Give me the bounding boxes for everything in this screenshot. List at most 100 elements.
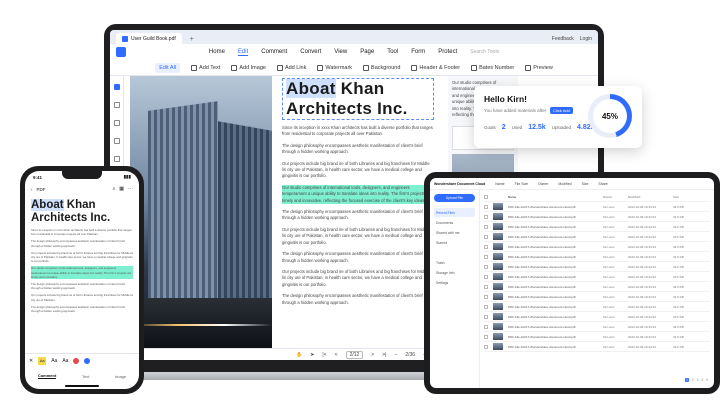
document-tab[interactable]: User Guild Book.pdf	[116, 33, 182, 44]
row-checkbox[interactable]	[484, 304, 488, 309]
preview-toggle[interactable]: Preview	[525, 64, 553, 71]
file-name[interactable]: PDF-File-10217-Wondershare-document-clou…	[508, 345, 598, 349]
menu-comment[interactable]: Comment	[261, 49, 287, 55]
col-modified[interactable]: Modified	[628, 195, 668, 199]
tab-image[interactable]: Image	[115, 374, 126, 379]
highlight-tool[interactable]: Aa	[38, 356, 47, 365]
col-size[interactable]: Size	[673, 195, 693, 199]
table-row[interactable]: PDF-File-10217-Wondershare-document-clou…	[484, 302, 710, 312]
next-page-icon[interactable]: >	[371, 352, 374, 358]
row-checkbox[interactable]	[484, 254, 488, 259]
phone-highlighted-paragraph[interactable]: Our studio comprises of international to…	[31, 266, 133, 280]
document-paragraph[interactable]: The design philosophy encompasses aesthe…	[282, 251, 434, 264]
header-file-size[interactable]: File Size	[515, 182, 528, 186]
col-owner[interactable]: Owner	[603, 195, 623, 199]
table-row[interactable]: PDF-File-10217-Wondershare-document-clou…	[484, 222, 710, 232]
page-button[interactable]: 2	[692, 378, 694, 382]
document-paragraph[interactable]: The design philosophy encompasses aesthe…	[282, 143, 434, 156]
row-checkbox[interactable]	[484, 214, 488, 219]
phone-paragraph[interactable]: Since its inception in xxxx Khan archite…	[31, 228, 133, 236]
file-name[interactable]: PDF-File-10217-Wondershare-document-clou…	[508, 265, 598, 269]
page-button[interactable]: 4	[701, 378, 703, 382]
row-checkbox[interactable]	[484, 264, 488, 269]
row-checkbox[interactable]	[484, 284, 488, 289]
search-icon[interactable]: ⌕	[112, 186, 115, 192]
sidebar-item-recent[interactable]: Recent Files	[434, 208, 475, 217]
header-name[interactable]: Name	[495, 182, 504, 186]
file-name[interactable]: PDF-File-10217-Wondershare-document-clou…	[508, 255, 598, 259]
page-number-field[interactable]: 2/12	[345, 350, 364, 359]
file-name[interactable]: PDF-File-10217-Wondershare-document-clou…	[508, 325, 598, 329]
header-modified[interactable]: Modified	[558, 182, 571, 186]
background-button[interactable]: Background	[363, 64, 400, 71]
sidebar-item-storage[interactable]: Storage Info	[434, 268, 475, 277]
page-button[interactable]: 5	[706, 378, 708, 382]
menu-tool[interactable]: Tool	[387, 49, 398, 55]
document-title[interactable]: Aboat Khan Architects Inc.	[282, 78, 434, 120]
sidebar-item-shared[interactable]: Shared with me	[434, 228, 475, 237]
strike-tool[interactable]: Aa	[62, 358, 68, 364]
phone-paragraph[interactable]: The design philosophy encompasses aesthe…	[31, 282, 133, 290]
hand-tool-icon[interactable]: ✋	[296, 352, 302, 358]
login-link[interactable]: Login	[580, 36, 592, 42]
header-footer-button[interactable]: Header & Footer	[411, 64, 460, 71]
menu-home[interactable]: Home	[209, 49, 225, 55]
phone-paragraph[interactable]: The design philosophy encompasses aesthe…	[31, 305, 133, 313]
underline-tool[interactable]: Aa	[51, 358, 57, 364]
document-text-block[interactable]: Aboat Khan Architects Inc. Since its inc…	[282, 78, 434, 306]
file-name[interactable]: PDF-File-10217-Wondershare-document-clou…	[508, 245, 598, 249]
row-checkbox[interactable]	[484, 274, 488, 279]
file-name[interactable]: PDF-File-10217-Wondershare-document-clou…	[508, 295, 598, 299]
search-tools-input[interactable]: Search Tools	[470, 49, 499, 55]
sidebar-item-settings[interactable]: Settings	[434, 278, 475, 287]
row-checkbox[interactable]	[484, 244, 488, 249]
menu-view[interactable]: View	[334, 49, 347, 55]
header-share[interactable]: Share	[598, 182, 607, 186]
last-page-icon[interactable]: >|	[382, 352, 386, 358]
phone-doc-title[interactable]: Aboat Khan Architects Inc.	[31, 199, 133, 225]
file-name[interactable]: PDF-File-10217-Wondershare-document-clou…	[508, 305, 598, 309]
file-name[interactable]: PDF-File-10217-Wondershare-document-clou…	[508, 225, 598, 229]
first-page-icon[interactable]: |<	[322, 352, 326, 358]
header-owner[interactable]: Owner	[538, 182, 548, 186]
row-checkbox[interactable]	[484, 204, 488, 209]
bates-number-button[interactable]: Bates Number	[471, 64, 514, 71]
table-row[interactable]: PDF-File-10217-Wondershare-document-clou…	[484, 322, 710, 332]
phone-selected-text[interactable]: Aboat	[31, 199, 64, 211]
menu-page[interactable]: Page	[360, 49, 374, 55]
header-size[interactable]: Size	[582, 182, 589, 186]
selected-text[interactable]: Aboat	[286, 79, 336, 98]
row-checkbox[interactable]	[484, 234, 488, 239]
file-name[interactable]: PDF-File-10217-Wondershare-document-clou…	[508, 315, 598, 319]
table-row[interactable]: PDF-File-10217-Wondershare-document-clou…	[484, 232, 710, 242]
sidebar-item-trash[interactable]: Trash	[434, 258, 475, 267]
file-name[interactable]: PDF-File-10217-Wondershare-document-clou…	[508, 205, 598, 209]
document-paragraph[interactable]: Our projects include big brand ire of bo…	[282, 161, 434, 180]
tab-comment[interactable]: Comment	[37, 373, 57, 379]
menu-convert[interactable]: Convert	[300, 49, 321, 55]
file-name[interactable]: PDF-File-10217-Wondershare-document-clou…	[508, 275, 598, 279]
add-image-button[interactable]: Add Image	[231, 64, 266, 71]
table-row[interactable]: PDF-File-10217-Wondershare-document-clou…	[484, 262, 710, 272]
file-name[interactable]: PDF-File-10217-Wondershare-document-clou…	[508, 235, 598, 239]
table-row[interactable]: PDF-File-10217-Wondershare-document-clou…	[484, 332, 710, 342]
table-row[interactable]: PDF-File-10217-Wondershare-document-clou…	[484, 292, 710, 302]
click-add-button[interactable]: Click Add	[550, 107, 573, 114]
red-color-swatch[interactable]	[73, 357, 80, 364]
close-icon[interactable]: ✕	[29, 358, 33, 364]
phone-paragraph[interactable]: Our projects include big brand ire of bo…	[31, 251, 133, 264]
upload-file-button[interactable]: Upload File	[434, 194, 475, 202]
menu-protect[interactable]: Protect	[438, 49, 457, 55]
table-row[interactable]: PDF-File-10217-Wondershare-document-clou…	[484, 272, 710, 282]
file-name[interactable]: PDF-File-10217-Wondershare-document-clou…	[508, 215, 598, 219]
col-name[interactable]: Name	[508, 195, 598, 199]
row-checkbox[interactable]	[484, 324, 488, 329]
sidebar-item-starred[interactable]: Starred	[434, 238, 475, 247]
back-icon[interactable]: ‹	[31, 187, 33, 192]
new-tab-button[interactable]: +	[186, 36, 198, 43]
more-icon[interactable]: ⋯	[128, 186, 133, 192]
zoom-out-icon[interactable]: −	[394, 352, 397, 358]
table-row[interactable]: PDF-File-10217-Wondershare-document-clou…	[484, 202, 710, 212]
row-checkbox[interactable]	[484, 294, 488, 299]
cursor-tool-icon[interactable]: ➤	[310, 352, 314, 358]
